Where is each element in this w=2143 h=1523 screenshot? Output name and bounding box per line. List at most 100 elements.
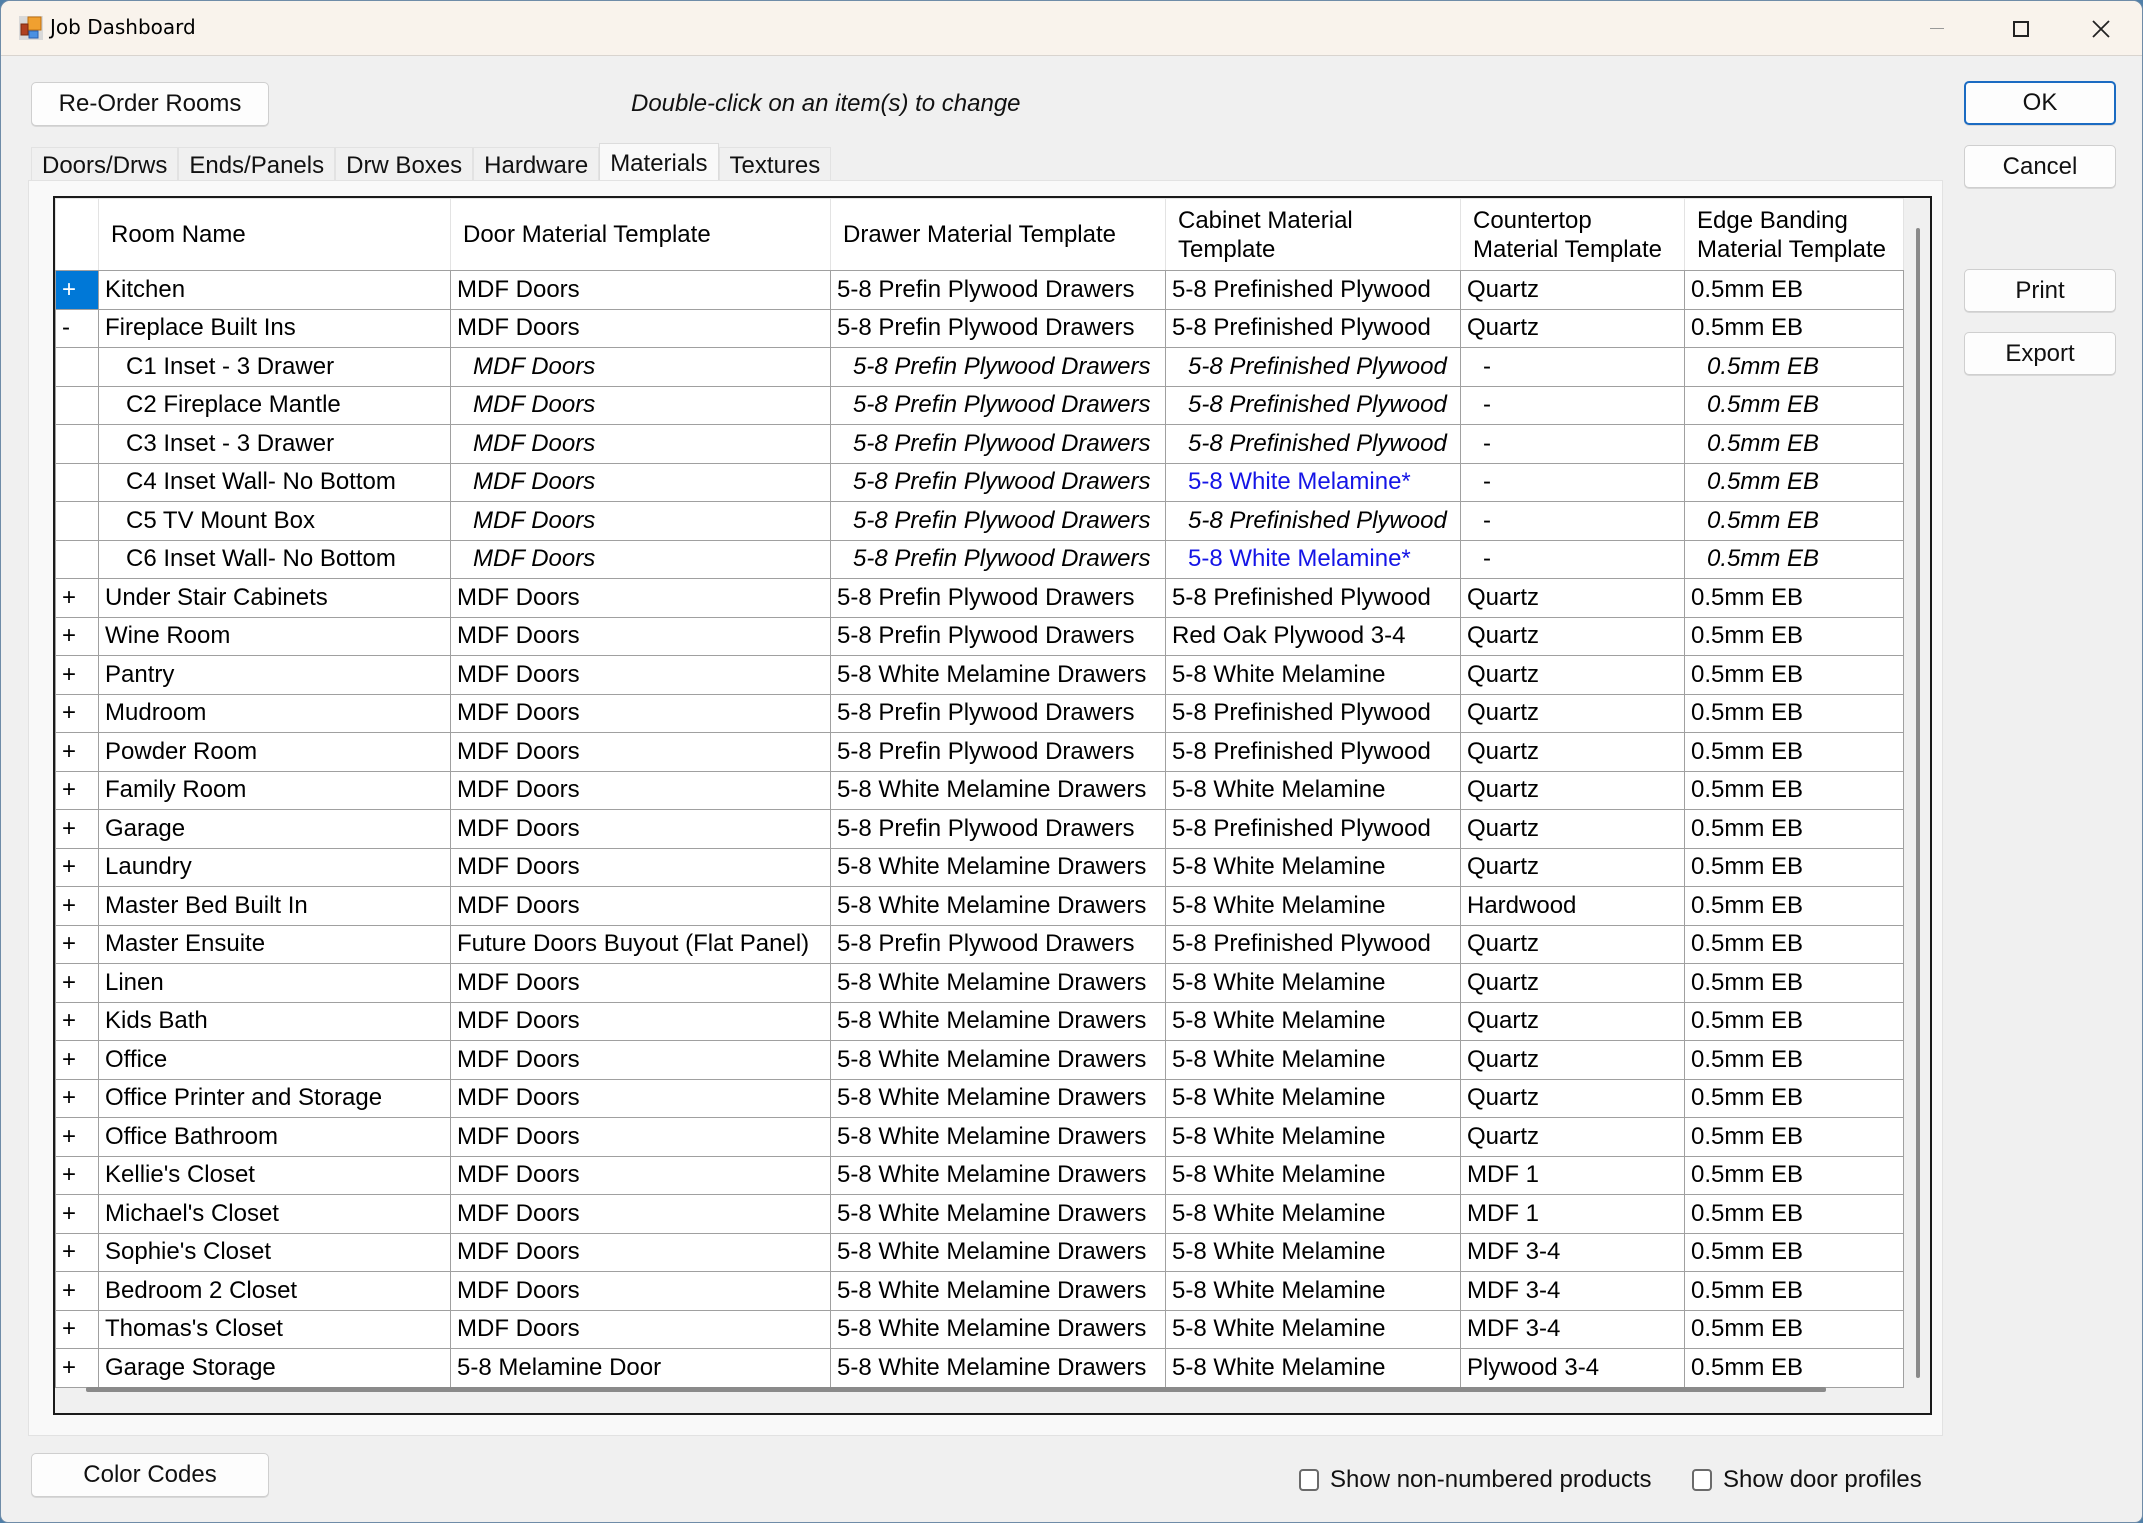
cell-room-name[interactable]: Thomas's Closet — [98, 1309, 451, 1349]
expand-toggle[interactable]: + — [55, 1117, 99, 1157]
room-row[interactable]: + Pantry MDF Doors 5-8 White Melamine Drawe… — [55, 655, 1904, 695]
cell-edge-banding[interactable]: 0.5mm EB — [1684, 732, 1904, 772]
cell-door-material[interactable]: 5-8 Melamine Door — [450, 1348, 831, 1388]
cell-countertop-material[interactable]: Quartz — [1460, 270, 1685, 310]
cell-door-material[interactable]: MDF Doors — [450, 963, 831, 1003]
cell-countertop-material[interactable]: MDF 1 — [1460, 1155, 1685, 1195]
cell-door-material[interactable]: MDF Doors — [450, 347, 831, 387]
cell-drawer-material[interactable]: 5-8 Prefin Plywood Drawers — [830, 539, 1166, 579]
ok-button[interactable]: OK — [1964, 81, 2116, 125]
cell-countertop-material[interactable]: Plywood 3-4 — [1460, 1348, 1685, 1388]
cell-room-name[interactable]: Sophie's Closet — [98, 1232, 451, 1272]
cell-countertop-material[interactable]: MDF 3-4 — [1460, 1232, 1685, 1272]
cell-cabinet-material[interactable]: 5-8 Prefinished Plywood — [1165, 578, 1461, 618]
minimize-button[interactable] — [1897, 1, 1977, 56]
cell-door-material[interactable]: MDF Doors — [450, 1309, 831, 1349]
cell-drawer-material[interactable]: 5-8 White Melamine Drawers — [830, 963, 1166, 1003]
cell-drawer-material[interactable]: 5-8 White Melamine Drawers — [830, 655, 1166, 695]
cell-drawer-material[interactable]: 5-8 Prefin Plywood Drawers — [830, 424, 1166, 464]
room-row[interactable]: + Office MDF Doors 5-8 White Melamine Drawe… — [55, 1040, 1904, 1080]
cell-room-name[interactable]: Garage Storage — [98, 1348, 451, 1388]
cell-room-name[interactable]: C1 Inset - 3 Drawer — [98, 347, 451, 387]
cell-room-name[interactable]: Master Bed Built In — [98, 886, 451, 926]
cell-door-material[interactable]: MDF Doors — [450, 732, 831, 772]
expand-toggle[interactable]: + — [55, 886, 99, 926]
room-row[interactable]: + Mudroom MDF Doors 5-8 Prefin Plywood Draw… — [55, 693, 1904, 733]
tab-doors-drws[interactable]: Doors/Drws — [31, 147, 179, 184]
cell-door-material[interactable]: MDF Doors — [450, 655, 831, 695]
column-header-door-material[interactable]: Door Material Template — [450, 198, 831, 271]
cell-door-material[interactable]: MDF Doors — [450, 1078, 831, 1118]
row-header[interactable] — [55, 501, 99, 541]
cell-edge-banding[interactable]: 0.5mm EB — [1684, 424, 1904, 464]
expand-toggle[interactable]: + — [55, 1155, 99, 1195]
cell-door-material[interactable]: MDF Doors — [450, 424, 831, 464]
cell-cabinet-material[interactable]: 5-8 Prefinished Plywood — [1165, 693, 1461, 733]
column-header-edge-banding-material[interactable]: Edge Banding Material Template — [1684, 198, 1904, 271]
expand-toggle[interactable]: + — [55, 1040, 99, 1080]
cell-door-material[interactable]: MDF Doors — [450, 385, 831, 425]
column-header-drawer-material[interactable]: Drawer Material Template — [830, 198, 1166, 271]
cell-room-name[interactable]: Office Bathroom — [98, 1117, 451, 1157]
export-button[interactable]: Export — [1964, 332, 2116, 375]
child-row[interactable]: C6 Inset Wall- No Bottom MDF Doors 5-8 Pre… — [55, 539, 1904, 579]
cell-drawer-material[interactable]: 5-8 Prefin Plywood Drawers — [830, 385, 1166, 425]
child-row[interactable]: C1 Inset - 3 Drawer MDF Doors 5-8 Prefin P… — [55, 347, 1904, 387]
room-row[interactable]: + Office Bathroom MDF Doors 5-8 White Melam… — [55, 1117, 1904, 1157]
cell-edge-banding[interactable]: 0.5mm EB — [1684, 693, 1904, 733]
color-codes-button[interactable]: Color Codes — [31, 1453, 269, 1497]
cell-drawer-material[interactable]: 5-8 White Melamine Drawers — [830, 1001, 1166, 1041]
room-row[interactable]: + Garage MDF Doors 5-8 Prefin Plywood Drawe… — [55, 809, 1904, 849]
cell-cabinet-material[interactable]: 5-8 White Melamine — [1165, 1271, 1461, 1311]
cell-room-name[interactable]: C4 Inset Wall- No Bottom — [98, 462, 451, 502]
cell-drawer-material[interactable]: 5-8 Prefin Plywood Drawers — [830, 732, 1166, 772]
cell-door-material[interactable]: MDF Doors — [450, 501, 831, 541]
cell-room-name[interactable]: C6 Inset Wall- No Bottom — [98, 539, 451, 579]
cell-room-name[interactable]: Family Room — [98, 770, 451, 810]
cell-cabinet-material[interactable]: 5-8 Prefinished Plywood — [1165, 385, 1461, 425]
cell-door-material[interactable]: MDF Doors — [450, 1271, 831, 1311]
cell-door-material[interactable]: MDF Doors — [450, 578, 831, 618]
cell-countertop-material[interactable]: - — [1460, 385, 1685, 425]
cell-drawer-material[interactable]: 5-8 White Melamine Drawers — [830, 1309, 1166, 1349]
cell-cabinet-material[interactable]: 5-8 White Melamine — [1165, 655, 1461, 695]
cell-edge-banding[interactable]: 0.5mm EB — [1684, 1232, 1904, 1272]
cell-drawer-material[interactable]: 5-8 Prefin Plywood Drawers — [830, 462, 1166, 502]
cell-drawer-material[interactable]: 5-8 White Melamine Drawers — [830, 1078, 1166, 1118]
close-button[interactable] — [2061, 1, 2141, 56]
room-row[interactable]: + Master Bed Built In MDF Doors 5-8 White M… — [55, 886, 1904, 926]
cell-cabinet-material[interactable]: Red Oak Plywood 3-4 — [1165, 616, 1461, 656]
column-header-cabinet-material[interactable]: Cabinet Material Template — [1165, 198, 1461, 271]
cell-countertop-material[interactable]: MDF 3-4 — [1460, 1309, 1685, 1349]
cell-cabinet-material[interactable]: 5-8 White Melamine* — [1165, 539, 1461, 579]
cell-cabinet-material[interactable]: 5-8 White Melamine — [1165, 886, 1461, 926]
cell-edge-banding[interactable]: 0.5mm EB — [1684, 1078, 1904, 1118]
cell-countertop-material[interactable]: Quartz — [1460, 1078, 1685, 1118]
cell-drawer-material[interactable]: 5-8 Prefin Plywood Drawers — [830, 809, 1166, 849]
cell-room-name[interactable]: C2 Fireplace Mantle — [98, 385, 451, 425]
cell-countertop-material[interactable]: MDF 1 — [1460, 1194, 1685, 1234]
cell-room-name[interactable]: C5 TV Mount Box — [98, 501, 451, 541]
cell-edge-banding[interactable]: 0.5mm EB — [1684, 308, 1904, 348]
cell-room-name[interactable]: Linen — [98, 963, 451, 1003]
expand-toggle[interactable]: + — [55, 1001, 99, 1041]
show-non-numbered-products-checkbox[interactable]: Show non-numbered products — [1299, 1466, 1652, 1494]
cell-cabinet-material[interactable]: 5-8 White Melamine — [1165, 1348, 1461, 1388]
cell-edge-banding[interactable]: 0.5mm EB — [1684, 924, 1904, 964]
cell-edge-banding[interactable]: 0.5mm EB — [1684, 578, 1904, 618]
expand-toggle[interactable]: + — [55, 578, 99, 618]
cell-countertop-material[interactable]: Quartz — [1460, 693, 1685, 733]
expand-toggle[interactable]: + — [55, 963, 99, 1003]
cell-countertop-material[interactable]: Quartz — [1460, 1040, 1685, 1080]
expand-toggle[interactable]: + — [55, 809, 99, 849]
cell-room-name[interactable]: Master Ensuite — [98, 924, 451, 964]
cell-countertop-material[interactable]: Quartz — [1460, 1001, 1685, 1041]
cell-room-name[interactable]: Under Stair Cabinets — [98, 578, 451, 618]
cell-room-name[interactable]: Powder Room — [98, 732, 451, 772]
cell-door-material[interactable]: MDF Doors — [450, 809, 831, 849]
room-row[interactable]: + Garage Storage 5-8 Melamine Door 5-8 Whit… — [55, 1348, 1904, 1388]
cell-cabinet-material[interactable]: 5-8 White Melamine — [1165, 1155, 1461, 1195]
room-row[interactable]: + Bedroom 2 Closet MDF Doors 5-8 White Mela… — [55, 1271, 1904, 1311]
cell-countertop-material[interactable]: Quartz — [1460, 963, 1685, 1003]
room-row[interactable]: + Laundry MDF Doors 5-8 White Melamine Draw… — [55, 847, 1904, 887]
